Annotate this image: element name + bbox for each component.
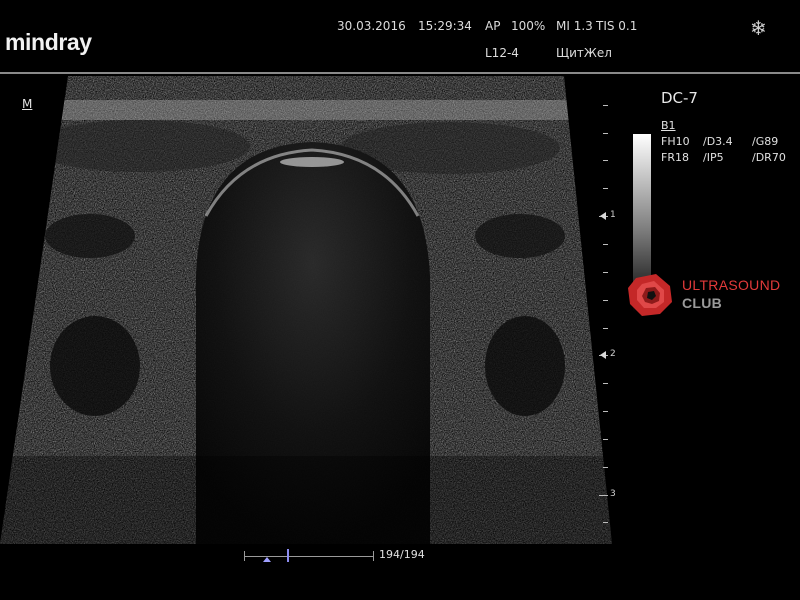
param-fr: FR18 [661,151,689,164]
acoustic-power-label: AP [485,19,501,33]
focus-marker-1 [600,212,606,220]
depth-scale: 1 2 3 [596,78,626,538]
device-model: DC-7 [661,89,698,107]
depth-label-2: 2 [610,349,616,359]
cine-start-marker [263,557,271,562]
snowflake-icon[interactable]: ❄ [750,16,767,40]
watermark-ultrasound: ULTRASOUND [682,277,781,293]
depth-label-1: 1 [610,210,616,220]
cine-frame-counter: 194/194 [379,548,425,561]
exam-time: 15:29:34 [418,19,472,33]
param-dr: /DR70 [752,151,786,164]
param-ip: /IP5 [703,151,724,164]
probe-name: L12-4 [485,46,519,60]
thermal-index: TIS 0.1 [596,19,638,33]
watermark-club: CLUB [682,295,723,311]
exam-date: 30.03.2016 [337,19,406,33]
param-fh: FH10 [661,135,690,148]
mode-label: B1 [661,119,676,132]
depth-label-3: 3 [610,489,616,499]
cine-scrollbar[interactable] [244,548,374,564]
focus-marker-2 [600,351,606,359]
orientation-mark: M [22,97,33,111]
param-gain: /G89 [752,135,779,148]
exam-preset: ЩитЖел [556,46,612,60]
mechanical-index: MI 1.3 [556,19,593,33]
ultrasound-club-logo-icon [628,274,672,316]
cine-cursor[interactable] [287,549,289,562]
param-depth: /D3.4 [703,135,733,148]
mindray-logo: mindray [5,29,92,55]
ultrasound-image[interactable] [0,76,612,544]
acoustic-power-value: 100% [511,19,546,33]
header-divider [0,72,800,74]
